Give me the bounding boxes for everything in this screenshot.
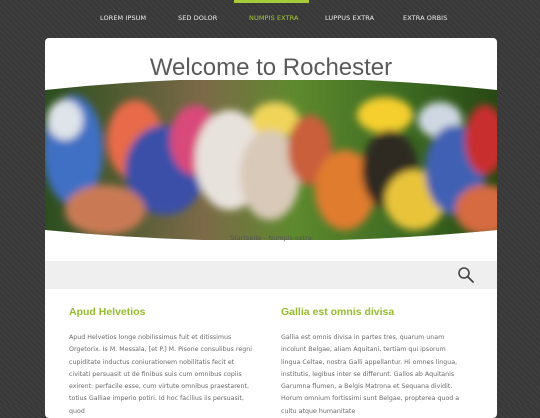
column-heading: Gallia est omnis divisa — [281, 306, 395, 318]
column-text: Gallia est omnis divisa in partes tres, … — [281, 334, 460, 415]
column-text: Apud Helvetios longe nobilissimus fuit e… — [69, 334, 252, 415]
breadcrumb: Startseite - Numpis extra — [230, 234, 312, 242]
active-nav-indicator — [234, 0, 309, 3]
nav-item-lorem-ipsum[interactable]: LOREM IPSUM — [100, 14, 146, 22]
content-card: Welcome to Rochester Startseite - Numpis… — [45, 38, 497, 418]
top-navigation: LOREM IPSUM SED DOLOR NUMPIS EXTRA LUPPU… — [0, 0, 540, 38]
hero-image — [45, 80, 497, 240]
nav-item-luppus-extra[interactable]: LUPPUS EXTRA — [325, 14, 374, 22]
nav-item-extra-orbis[interactable]: EXTRA ORBIS — [403, 14, 447, 22]
content-column-right: Gallia est omnis divisa Gallia est omnis… — [281, 306, 465, 418]
nav-item-sed-dolor[interactable]: SED DOLOR — [178, 14, 217, 22]
content-column-left: Apud Helvetios Apud Helvetios longe nobi… — [69, 306, 253, 418]
search-bar — [45, 261, 497, 289]
page-title: Welcome to Rochester — [149, 54, 393, 81]
column-heading: Apud Helvetios — [69, 306, 146, 318]
nav-item-numpis-extra[interactable]: NUMPIS EXTRA — [249, 14, 299, 22]
search-icon[interactable] — [457, 266, 475, 284]
